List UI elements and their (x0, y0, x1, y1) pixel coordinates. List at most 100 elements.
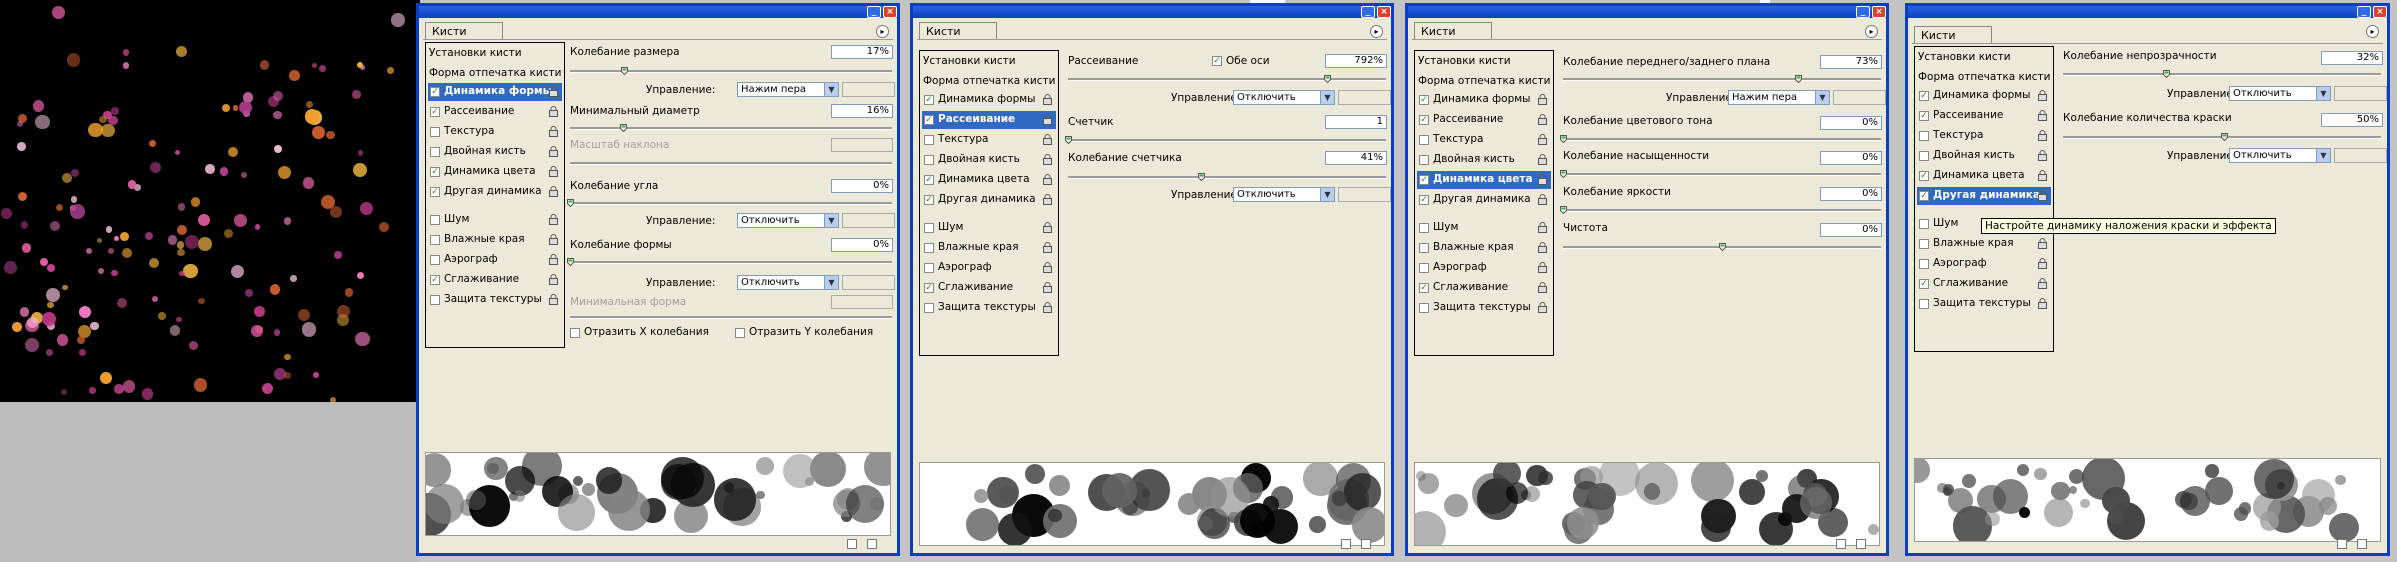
tab-brushes[interactable]: Кисти (425, 22, 503, 39)
trash-icon[interactable] (867, 539, 877, 549)
option-checkbox[interactable] (924, 303, 934, 313)
lock-icon[interactable] (1043, 94, 1052, 105)
option-checkbox[interactable]: ✓ (924, 175, 934, 185)
brush-tip-shape-item[interactable]: Форма отпечатка кисти (923, 75, 1055, 87)
option-checkbox[interactable]: ✓ (1419, 175, 1429, 185)
lock-icon[interactable] (2038, 170, 2047, 181)
option-checkbox[interactable] (1419, 263, 1429, 273)
count-slider[interactable] (1065, 136, 1386, 145)
lock-icon[interactable] (549, 234, 558, 245)
chevron-down-icon[interactable]: ▼ (824, 214, 838, 227)
lock-icon[interactable] (1043, 222, 1052, 233)
brush-option-row[interactable]: Аэрограф (428, 251, 562, 269)
brush-option-row[interactable]: Двойная кисть (1917, 147, 2051, 165)
brush-option-row[interactable]: ✓ Динамика цвета (428, 163, 562, 181)
flow-control-select[interactable]: Отключить ▼ (2229, 148, 2331, 163)
option-checkbox[interactable]: ✓ (924, 95, 934, 105)
brush-tip-shape-item[interactable]: Форма отпечатка кисти (1418, 75, 1550, 87)
new-brush-icon[interactable] (847, 539, 857, 549)
panel-menu-icon[interactable]: ▸ (1865, 25, 1878, 38)
option-checkbox[interactable]: ✓ (1919, 111, 1929, 121)
slider-thumb-icon[interactable] (2221, 131, 2228, 142)
panel-menu-icon[interactable]: ▸ (1370, 25, 1383, 38)
size-jitter-slider[interactable] (570, 67, 892, 76)
trash-icon[interactable] (2357, 539, 2367, 549)
angle-jitter-field[interactable]: 0% (831, 179, 893, 193)
flow-jitter-field[interactable]: 50% (2321, 113, 2383, 127)
lock-icon[interactable] (549, 274, 558, 285)
lock-icon[interactable] (1538, 174, 1547, 185)
purity-field[interactable]: 0% (1820, 223, 1882, 237)
lock-icon[interactable] (1043, 154, 1052, 165)
panel-titlebar[interactable]: _ × (913, 6, 1391, 18)
chevron-down-icon[interactable]: ▼ (2316, 87, 2330, 100)
brush-option-row[interactable]: Шум (428, 211, 562, 229)
lock-icon[interactable] (549, 126, 558, 137)
size-control-select[interactable]: Нажим пера ▼ (737, 82, 839, 97)
brush-option-row[interactable]: ✓ Динамика формы (1417, 91, 1551, 109)
lock-icon[interactable] (549, 294, 558, 305)
brush-option-row[interactable]: Двойная кисть (428, 143, 562, 161)
brush-option-row[interactable]: ✓ Динамика формы (922, 91, 1056, 109)
lock-icon[interactable] (549, 186, 558, 197)
new-brush-icon[interactable] (1836, 539, 1846, 549)
panel-menu-icon[interactable]: ▸ (876, 25, 889, 38)
chevron-down-icon[interactable]: ▼ (1320, 91, 1334, 104)
fade-steps-field[interactable] (2334, 86, 2387, 101)
lock-icon[interactable] (1538, 94, 1547, 105)
lock-icon[interactable] (1538, 194, 1547, 205)
option-checkbox[interactable]: ✓ (1419, 195, 1429, 205)
brush-presets-item[interactable]: Установки кисти (429, 47, 522, 59)
lock-icon[interactable] (2038, 90, 2047, 101)
slider-thumb-icon[interactable] (1719, 241, 1726, 252)
brush-option-row[interactable]: ✓ Другая динамика (1417, 191, 1551, 209)
panel-titlebar[interactable]: _ × (1408, 6, 1886, 18)
angle-control-select[interactable]: Отключить ▼ (737, 213, 839, 228)
lock-icon[interactable] (2038, 190, 2047, 201)
option-checkbox[interactable]: ✓ (1919, 191, 1929, 201)
min-diameter-slider[interactable] (570, 124, 892, 133)
lock-icon[interactable] (549, 254, 558, 265)
trash-icon[interactable] (1361, 539, 1371, 549)
trash-icon[interactable] (1856, 539, 1866, 549)
brush-option-row[interactable]: Влажные края (1417, 239, 1551, 257)
opacity-control-select[interactable]: Отключить ▼ (2229, 86, 2331, 101)
size-jitter-field[interactable]: 17% (831, 45, 893, 59)
count-control-select[interactable]: Отключить ▼ (1233, 187, 1335, 202)
option-checkbox[interactable] (430, 295, 440, 305)
brush-option-row[interactable]: ✓ Другая динамика (428, 183, 562, 201)
panel-menu-icon[interactable]: ▸ (2366, 25, 2379, 38)
slider-thumb-icon[interactable] (1198, 171, 1205, 182)
panel-titlebar[interactable]: _ × (1908, 6, 2387, 18)
close-button[interactable]: × (2373, 6, 2387, 18)
brush-option-row[interactable]: Влажные края (428, 231, 562, 249)
lock-icon[interactable] (1043, 134, 1052, 145)
option-checkbox[interactable] (1919, 299, 1929, 309)
roundness-jitter-slider[interactable] (567, 258, 892, 267)
option-checkbox[interactable]: ✓ (1919, 171, 1929, 181)
count-field[interactable]: 1 (1325, 115, 1387, 129)
lock-icon[interactable] (2038, 238, 2047, 249)
scatter-slider[interactable] (1068, 75, 1386, 84)
lock-icon[interactable] (1043, 282, 1052, 293)
option-checkbox[interactable] (1419, 155, 1429, 165)
chevron-down-icon[interactable]: ▼ (2316, 149, 2330, 162)
lock-icon[interactable] (1538, 134, 1547, 145)
hue-jitter-field[interactable]: 0% (1820, 116, 1882, 130)
brush-option-row[interactable]: Защита текстуры (1917, 295, 2051, 313)
angle-jitter-slider[interactable] (567, 199, 892, 208)
option-checkbox[interactable] (1419, 223, 1429, 233)
brush-option-row[interactable]: Аэрограф (922, 259, 1056, 277)
slider-thumb-icon[interactable] (1560, 168, 1567, 179)
brush-option-row[interactable]: ✓ Динамика цвета (1917, 167, 2051, 185)
lock-icon[interactable] (1043, 194, 1052, 205)
brush-option-row[interactable]: Защита текстуры (428, 291, 562, 309)
both-axes-checkbox[interactable]: ✓ (1212, 56, 1222, 66)
brush-option-row[interactable]: Шум (922, 219, 1056, 237)
close-button[interactable]: × (883, 6, 897, 18)
slider-thumb-icon[interactable] (1324, 73, 1331, 84)
option-checkbox[interactable] (924, 155, 934, 165)
lock-icon[interactable] (1538, 242, 1547, 253)
brush-option-row[interactable]: ✓ Динамика цвета (1417, 171, 1551, 189)
fade-steps-field[interactable] (2334, 148, 2387, 163)
